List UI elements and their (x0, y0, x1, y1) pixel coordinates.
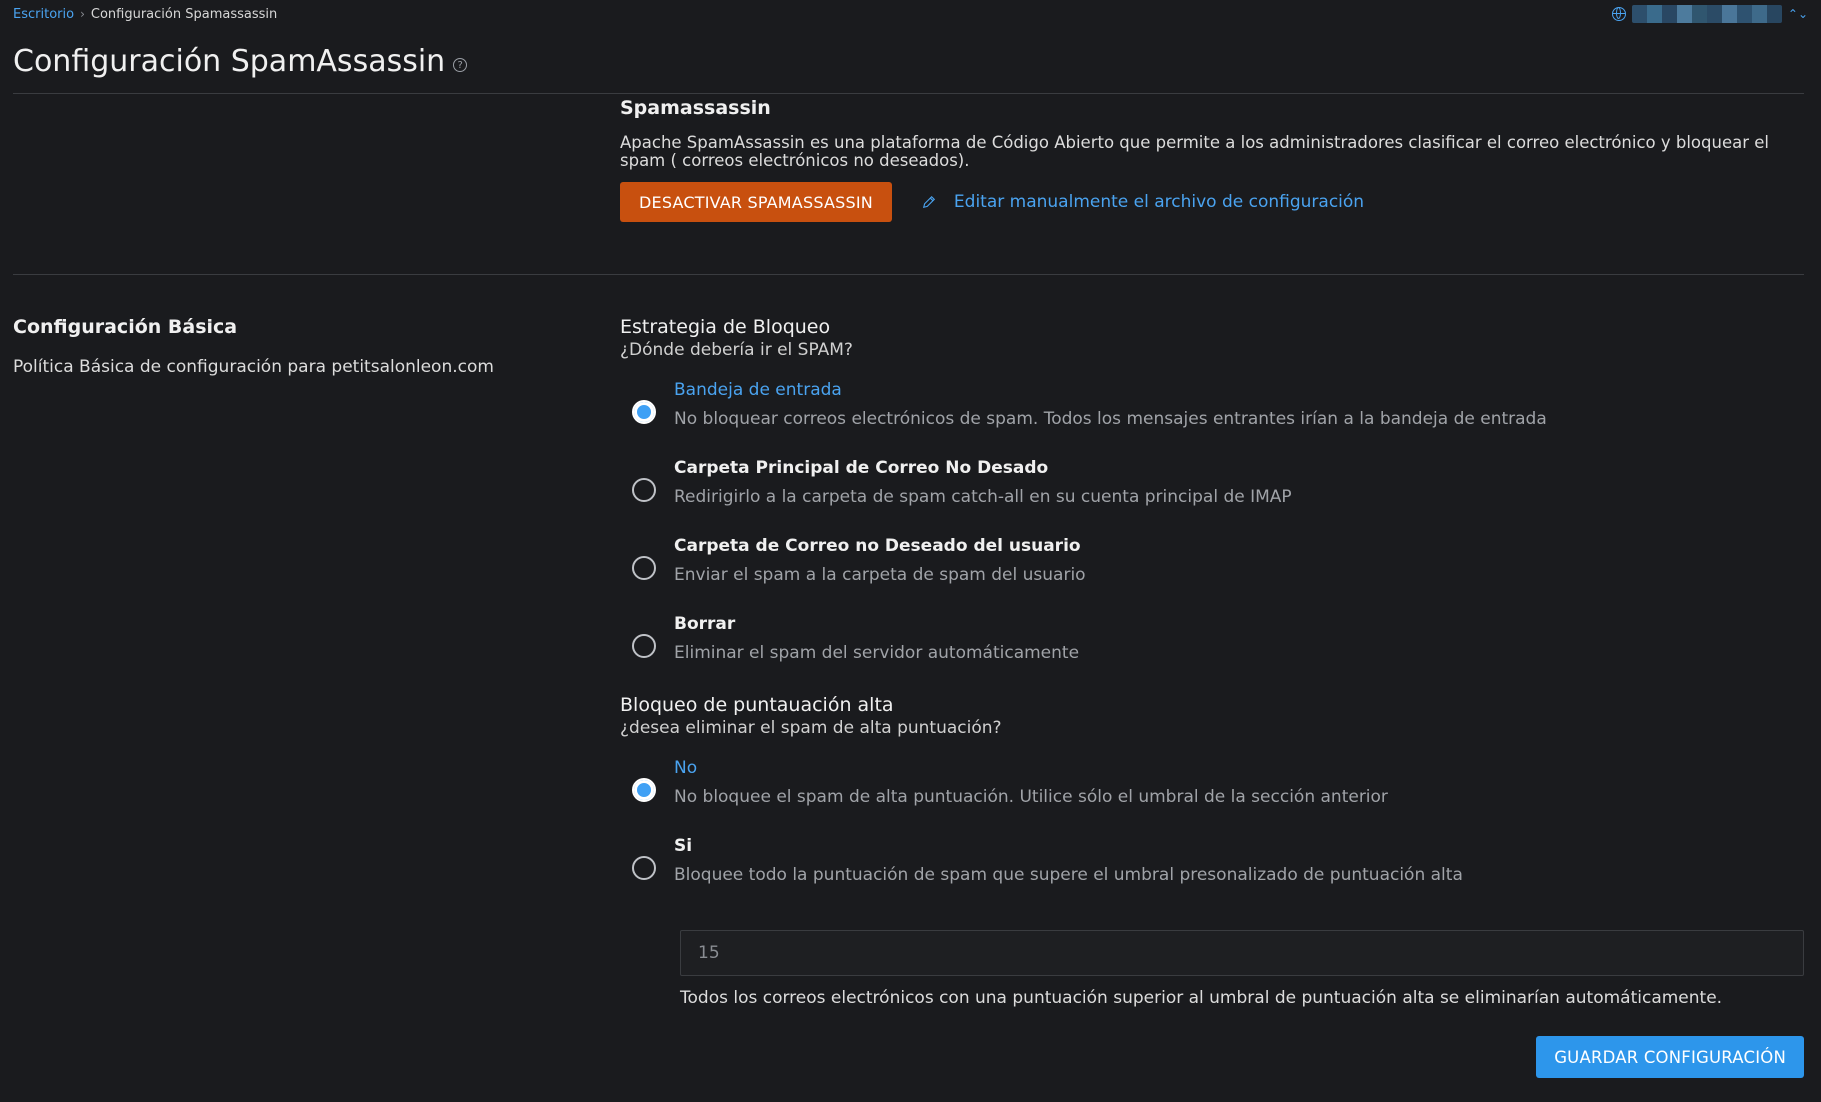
radio-button[interactable] (632, 634, 656, 658)
breadcrumb-current: Configuración Spamassassin (90, 6, 278, 22)
basic-config-description: Política Básica de configuración para pe… (13, 357, 494, 377)
basic-config-title: Configuración Básica (13, 316, 238, 338)
radio-description: No bloquear correos electrónicos de spam… (674, 409, 1547, 429)
high-score-threshold-help: Todos los correos electrónicos con una p… (680, 988, 1723, 1008)
page-title: Configuración SpamAssassin ? (13, 44, 468, 79)
breadcrumb: Escritorio › Configuración Spamassassin (13, 7, 277, 22)
chevron-updown-icon: ⌃⌄ (1787, 7, 1808, 21)
radio-option-user-junk-folder[interactable]: Carpeta de Correo no Deseado del usuario… (620, 536, 1804, 614)
account-name-redacted (1631, 5, 1782, 23)
high-score-title: Bloqueo de puntauación alta (620, 694, 894, 716)
radio-option-delete[interactable]: Borrar Eliminar el spam del servidor aut… (620, 614, 1804, 692)
top-bar: Escritorio › Configuración Spamassassin … (13, 4, 1808, 24)
radio-label[interactable]: Carpeta de Correo no Deseado del usuario (674, 536, 1086, 556)
radio-description: Eliminar el spam del servidor automática… (674, 643, 1080, 663)
basic-config-form: Estrategia de Bloqueo ¿Dónde debería ir … (620, 316, 1804, 914)
radio-option-no[interactable]: No No bloquee el spam de alta puntuación… (620, 758, 1804, 836)
spamassassin-section: Spamassassin Apache SpamAssassin es una … (620, 97, 1804, 222)
radio-description: No bloquee el spam de alta puntuación. U… (674, 787, 1388, 807)
deactivate-spamassassin-button[interactable]: DESACTIVAR SPAMASSASSIN (620, 182, 892, 222)
edit-config-link[interactable]: Editar manualmente el archivo de configu… (922, 192, 1364, 212)
edit-config-label: Editar manualmente el archivo de configu… (953, 192, 1365, 212)
pencil-icon (922, 195, 935, 209)
spamassassin-actions: DESACTIVAR SPAMASSASSIN Editar manualmen… (620, 182, 1804, 222)
breadcrumb-chevron-icon: › (80, 7, 85, 21)
spamassassin-title: Spamassassin (620, 97, 771, 119)
page: Escritorio › Configuración Spamassassin … (0, 0, 1821, 1102)
help-icon[interactable]: ? (453, 57, 468, 72)
radio-description: Redirigirlo a la carpeta de spam catch-a… (674, 487, 1292, 507)
radio-label[interactable]: Bandeja de entrada (674, 380, 1547, 400)
high-score-threshold-input[interactable] (680, 930, 1804, 976)
page-title-text: Configuración SpamAssassin (13, 44, 446, 79)
radio-label[interactable]: Carpeta Principal de Correo No Desado (674, 458, 1292, 478)
basic-config-info: Configuración Básica Política Básica de … (13, 316, 573, 377)
radio-description: Enviar el spam a la carpeta de spam del … (674, 565, 1086, 585)
breadcrumb-home-link[interactable]: Escritorio (13, 7, 74, 22)
blocking-strategy-title: Estrategia de Bloqueo (620, 316, 831, 338)
radio-button[interactable] (632, 856, 656, 880)
radio-option-yes[interactable]: Si Bloquee todo la puntuación de spam qu… (620, 836, 1804, 914)
radio-button[interactable] (632, 478, 656, 502)
header-divider (13, 93, 1804, 94)
globe-icon (1611, 7, 1626, 21)
radio-option-inbox[interactable]: Bandeja de entrada No bloquear correos e… (620, 380, 1804, 458)
save-configuration-button[interactable]: GUARDAR CONFIGURACIÓN (1536, 1036, 1804, 1078)
radio-button[interactable] (632, 556, 656, 580)
radio-button-checked[interactable] (632, 778, 656, 802)
blocking-strategy-subtitle: ¿Dónde debería ir el SPAM? (620, 340, 853, 360)
radio-description: Bloquee todo la puntuación de spam que s… (674, 865, 1463, 885)
radio-label[interactable]: No (674, 758, 1388, 778)
radio-option-main-junk-folder[interactable]: Carpeta Principal de Correo No Desado Re… (620, 458, 1804, 536)
high-score-subtitle: ¿desea eliminar el spam de alta puntuaci… (620, 718, 1002, 738)
radio-label[interactable]: Si (674, 836, 1463, 856)
radio-button-checked[interactable] (632, 400, 656, 424)
account-switcher[interactable]: ⌃⌄ (1611, 5, 1808, 23)
radio-label[interactable]: Borrar (674, 614, 1079, 634)
section-divider (13, 274, 1804, 275)
spamassassin-description: Apache SpamAssassin es una plataforma de… (620, 133, 1769, 170)
